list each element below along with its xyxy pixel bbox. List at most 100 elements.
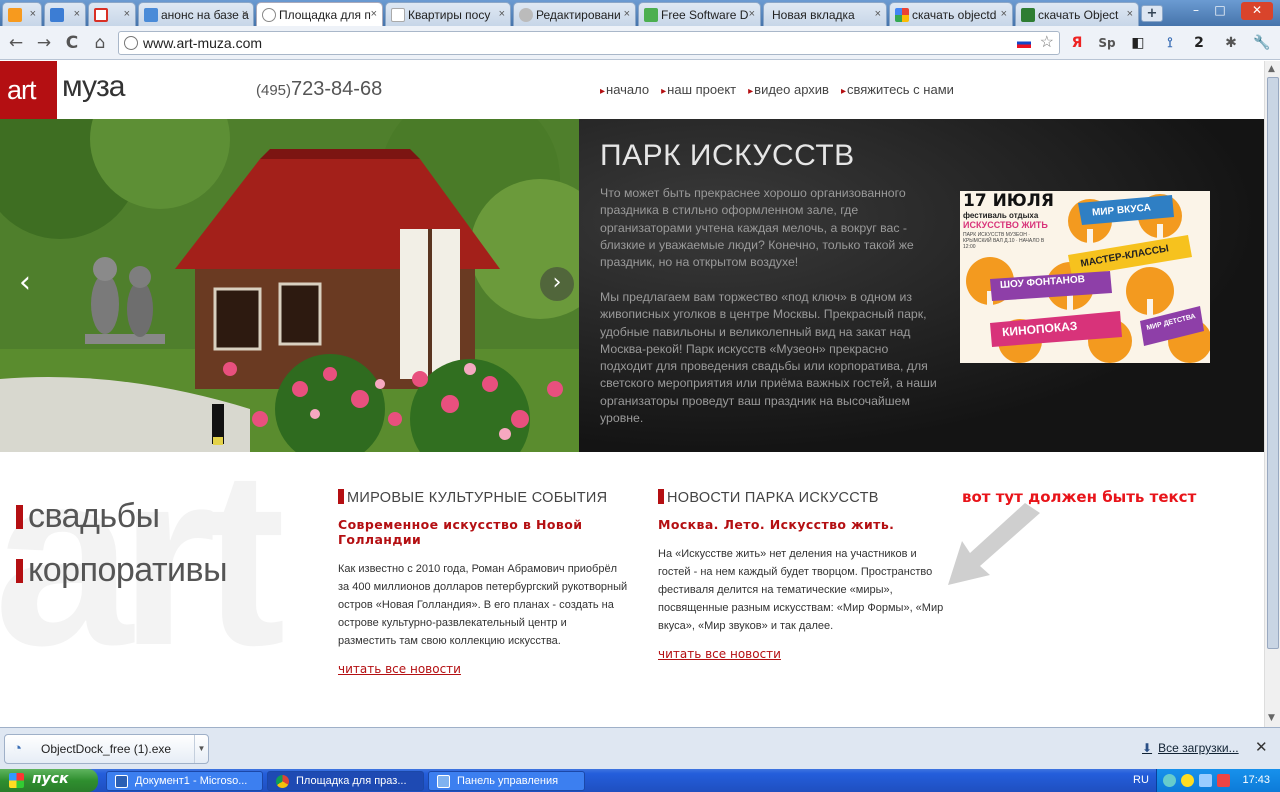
nav-home[interactable]: начало	[600, 82, 649, 97]
download-filename: ObjectDock_free (1).exe	[41, 742, 172, 756]
scroll-thumb[interactable]	[1267, 77, 1279, 649]
news-body: Как известно с 2010 года, Роман Абрамови…	[338, 563, 628, 647]
browser-tab[interactable]: Квартиры посу ×	[385, 2, 511, 26]
browser-tab[interactable]: ×	[2, 2, 42, 26]
hero-text-panel: ПАРК ИСКУССТВ Что может быть прекраснее …	[579, 119, 1264, 452]
bug-extension-icon[interactable]: ✱	[1221, 34, 1241, 54]
tab-title: скачать objectd	[912, 8, 997, 22]
festival-poster[interactable]: 17 ИЮЛЯ фестиваль отдыха ИСКУССТВО ЖИТЬ …	[960, 191, 1210, 363]
globe-icon	[124, 36, 138, 50]
phone-number: (495)723-84-68	[256, 78, 382, 101]
nav-contact[interactable]: свяжитесь с нами	[841, 82, 954, 97]
windows-logo-icon	[9, 773, 24, 788]
close-tab-icon[interactable]: ×	[749, 8, 755, 20]
close-tab-icon[interactable]: ×	[74, 8, 80, 20]
yandex-bar-icon[interactable]: Я	[1067, 34, 1087, 54]
close-tab-icon[interactable]: ×	[624, 8, 630, 20]
column-heading: МИРОВЫЕ КУЛЬТУРНЫЕ СОБЫТИЯ	[338, 489, 628, 506]
news-headline[interactable]: Москва. Лето. Искусство жить.	[658, 517, 948, 532]
new-tab-button[interactable]: +	[1141, 5, 1163, 22]
page-viewport: art муза (495)723-84-68 начало наш проек…	[0, 61, 1264, 727]
sp-extension-icon[interactable]: Sp	[1097, 34, 1117, 54]
taskbar-item-control-panel[interactable]: Панель управления	[428, 771, 585, 791]
clock: 17:43	[1242, 774, 1270, 786]
screenshot-extension-icon[interactable]: ◧	[1128, 34, 1148, 54]
page-icon	[391, 8, 405, 22]
close-tab-icon[interactable]: ×	[242, 8, 248, 20]
read-all-news-link[interactable]: читать все новости	[338, 662, 461, 676]
browser-tab[interactable]: скачать objectd ×	[889, 2, 1013, 26]
browser-toolbar: ← → C ⌂ www.art-muza.com ☆ Я Sp ◧ ⟟ 2 ✱ …	[0, 26, 1280, 60]
close-tab-icon[interactable]: ×	[1127, 8, 1133, 20]
all-downloads-label: Все загрузки...	[1158, 741, 1239, 755]
all-downloads-link[interactable]: ⬇ Все загрузки...	[1142, 741, 1239, 755]
poster-date: 17 ИЮЛЯ	[963, 191, 1054, 211]
softportal-icon	[1021, 8, 1035, 22]
news-body: На «Искусстве жить» нет деления на участ…	[658, 548, 944, 632]
news-column-park: НОВОСТИ ПАРКА ИСКУССТВ Москва. Лето. Иск…	[658, 489, 948, 662]
taskbar-item-chrome[interactable]: Площадка для праз...	[267, 771, 424, 791]
chevron-down-icon[interactable]: ▼	[194, 735, 208, 763]
minimize-button[interactable]: –	[1185, 2, 1207, 20]
link-weddings[interactable]: свадьбы	[16, 497, 160, 536]
google-icon	[895, 8, 909, 22]
browser-tab[interactable]: Редактировани ×	[513, 2, 636, 26]
close-shelf-button[interactable]: ✕	[1255, 738, 1268, 756]
back-button[interactable]: ←	[5, 32, 27, 54]
taskbar-label: Площадка для праз...	[296, 775, 407, 787]
link-corporate[interactable]: корпоративы	[16, 551, 228, 590]
browser-tab[interactable]: скачать Object ×	[1015, 2, 1139, 26]
page-scrollbar[interactable]: ▲ ▼	[1264, 61, 1280, 727]
nav-project[interactable]: наш проект	[661, 82, 736, 97]
slider-next-button[interactable]: ›	[540, 267, 574, 301]
taskbar-item-word[interactable]: Документ1 - Microso...	[106, 771, 263, 791]
reload-button[interactable]: C	[61, 32, 83, 54]
news-headline[interactable]: Современное искусство в Новой Голландии	[338, 517, 628, 547]
logo-art[interactable]: art	[0, 61, 57, 119]
poster-small-print: ПАРК ИСКУССТВ МУЗЕОН · КРЫМСКИЙ ВАЛ Д.10…	[963, 232, 1045, 250]
rss-extension-icon[interactable]: ⟟	[1160, 34, 1180, 54]
arrow-annotation-icon	[948, 503, 1040, 585]
browser-tab[interactable]: анонс на базе а ×	[138, 2, 254, 26]
maximize-button[interactable]: □	[1209, 2, 1231, 20]
tab-title: Новая вкладка	[772, 8, 855, 22]
page-icon	[144, 8, 158, 22]
close-tab-icon[interactable]: ×	[124, 8, 130, 20]
read-all-news-link[interactable]: читать все новости	[658, 647, 781, 661]
close-window-button[interactable]: ✕	[1241, 2, 1273, 20]
close-tab-icon[interactable]: ×	[1001, 8, 1007, 20]
browser-tab[interactable]: ×	[88, 2, 136, 26]
browser-tab[interactable]: ×	[44, 2, 86, 26]
close-tab-icon[interactable]: ×	[499, 8, 505, 20]
counter-extension-icon[interactable]: 2	[1189, 34, 1209, 54]
nav-video-archive[interactable]: видео архив	[748, 82, 829, 97]
download-arrow-icon: ⬇	[1142, 741, 1153, 755]
home-button[interactable]: ⌂	[89, 32, 111, 54]
language-indicator[interactable]: RU	[1133, 774, 1149, 786]
close-tab-icon[interactable]: ×	[875, 8, 881, 20]
taskbar-label: Панель управления	[457, 775, 559, 787]
browser-tab[interactable]: Free Software D ×	[638, 2, 761, 26]
close-tab-icon[interactable]: ×	[30, 8, 36, 20]
forward-button[interactable]: →	[33, 32, 55, 54]
close-tab-icon[interactable]: ×	[371, 8, 377, 20]
browser-tab-active[interactable]: Площадка для п ×	[256, 2, 383, 26]
address-bar[interactable]: www.art-muza.com ☆	[118, 31, 1060, 55]
tab-title: Редактировани	[536, 8, 621, 22]
wrench-icon[interactable]: 🔧	[1252, 34, 1272, 54]
messenger-icon[interactable]	[1181, 774, 1194, 787]
download-item[interactable]: ◔ ObjectDock_free (1).exe ▼	[4, 734, 209, 764]
start-button[interactable]: пуск	[0, 769, 98, 792]
browser-tab[interactable]: Новая вкладка ×	[763, 2, 887, 26]
bookmark-star-icon[interactable]: ☆	[1040, 32, 1054, 54]
security-icon[interactable]	[1217, 774, 1230, 787]
slider-prev-button[interactable]: ‹	[8, 267, 42, 301]
scroll-up-icon[interactable]: ▲	[1268, 64, 1275, 74]
logo-muza[interactable]: муза	[62, 70, 125, 104]
network-icon[interactable]	[1163, 774, 1176, 787]
volume-icon[interactable]	[1199, 774, 1212, 787]
hero-title: ПАРК ИСКУССТВ	[600, 139, 855, 172]
scroll-down-icon[interactable]: ▼	[1268, 713, 1275, 723]
russia-flag-icon	[1017, 38, 1031, 48]
tab-title: скачать Object	[1038, 8, 1119, 22]
